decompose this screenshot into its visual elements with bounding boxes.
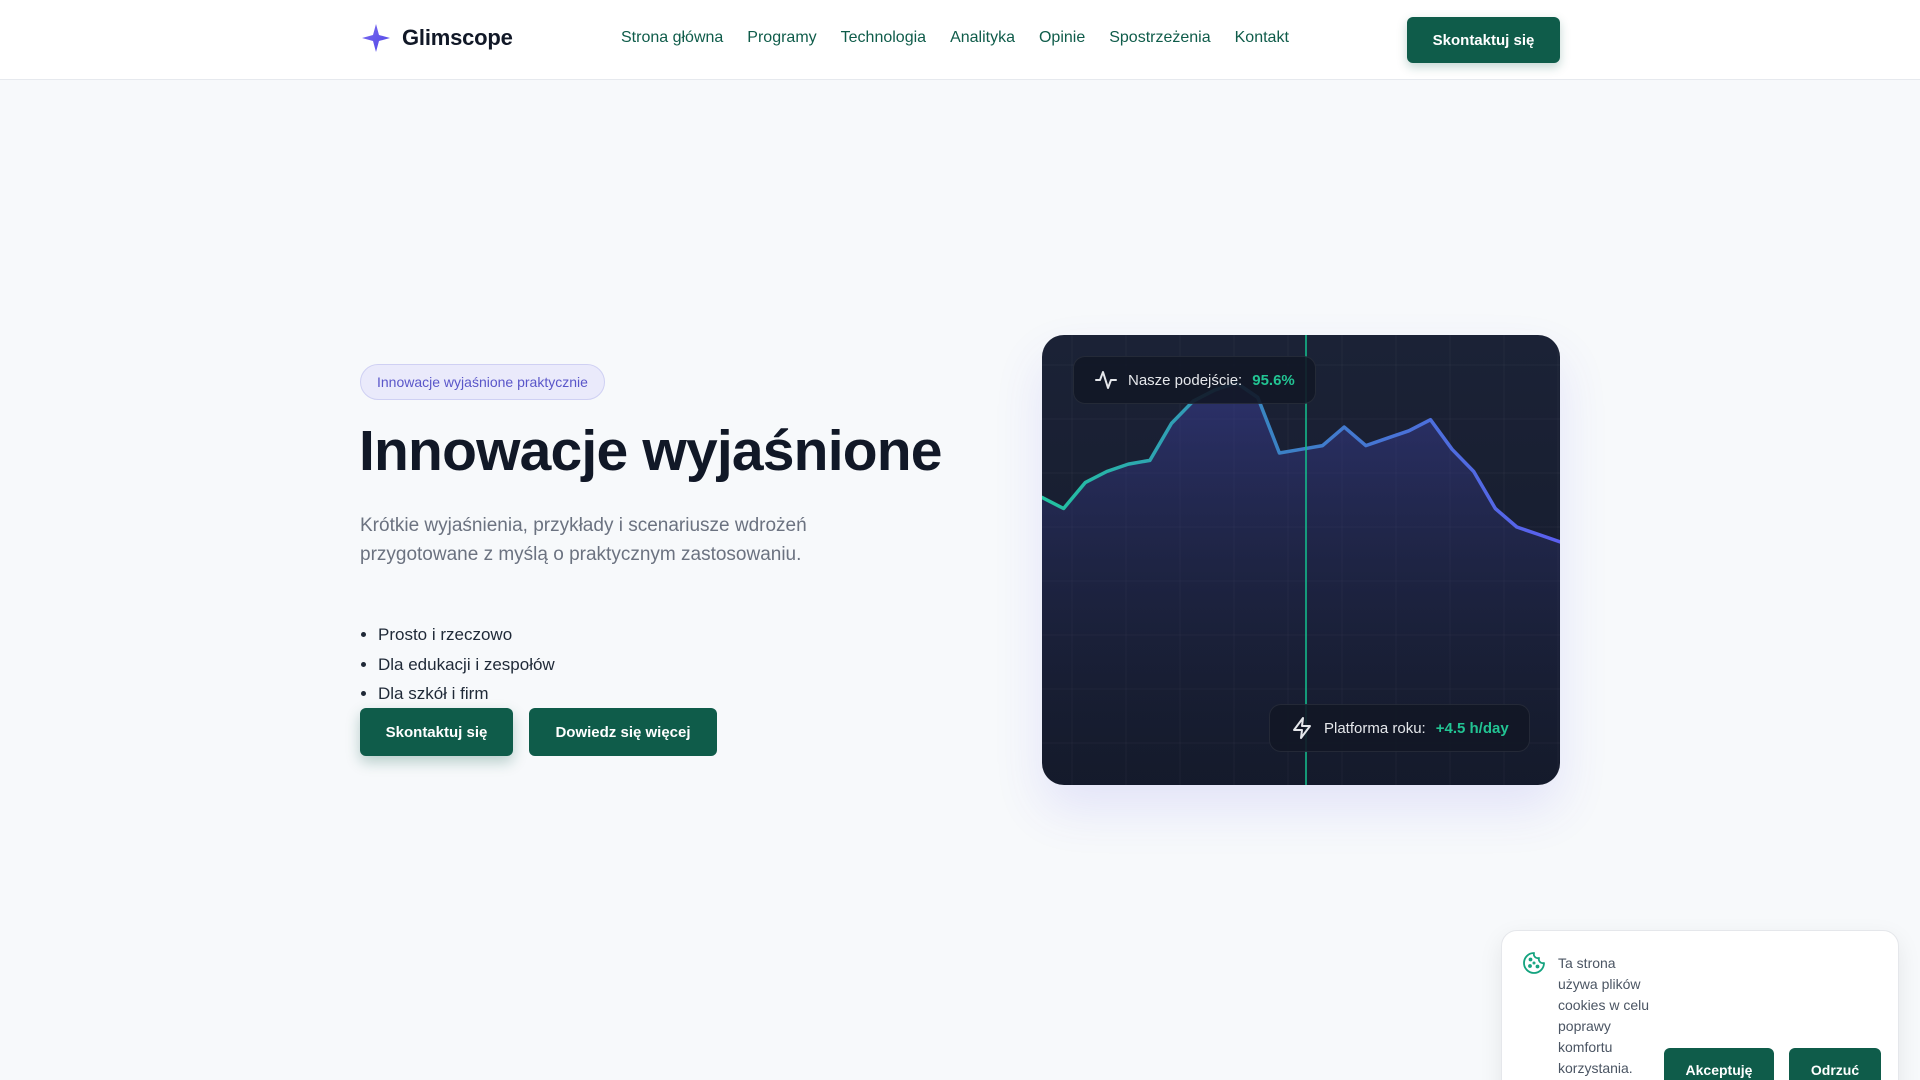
- bullet-item: Dla szkół i firm: [378, 679, 555, 709]
- hero-bullet-list: Prosto i rzeczowo Dla edukacji i zespołó…: [378, 620, 555, 709]
- approach-value: 95.6%: [1252, 371, 1295, 389]
- main-nav: Strona główna Programy Technologia Anali…: [621, 29, 1289, 47]
- bullet-item: Dla edukacji i zespołów: [378, 650, 555, 680]
- sparkle-icon: [362, 24, 390, 52]
- platform-stat-pill: Platforma roku: +4.5 h/day: [1269, 704, 1530, 752]
- nav-item-home[interactable]: Strona główna: [621, 29, 723, 47]
- brand-logo[interactable]: Glimscope: [360, 22, 513, 54]
- cookie-message: Ta strona używa plików cookies w celu po…: [1558, 955, 1650, 1076]
- header-contact-button[interactable]: Skontaktuj się: [1407, 17, 1560, 63]
- site-header: Glimscope Strona główna Programy Technol…: [0, 0, 1920, 80]
- bullet-item: Prosto i rzeczowo: [378, 620, 555, 650]
- chart-card: Nasze podejście: 95.6% Platforma roku: +…: [1042, 335, 1560, 785]
- hero-buttons: Skontaktuj się Dowiedz się więcej: [360, 708, 717, 756]
- nav-item-reviews[interactable]: Opinie: [1039, 29, 1085, 47]
- nav-item-contact[interactable]: Kontakt: [1235, 29, 1289, 47]
- nav-item-programs[interactable]: Programy: [747, 29, 816, 47]
- nav-item-insights[interactable]: Spostrzeżenia: [1109, 29, 1210, 47]
- cookie-accept-button[interactable]: Akceptuję: [1664, 1048, 1774, 1080]
- lightning-icon: [1293, 717, 1311, 739]
- hero-title: Innowacje wyjaśnione: [359, 419, 942, 483]
- brand-name: Glimscope: [402, 25, 513, 50]
- hero-contact-button[interactable]: Skontaktuj się: [360, 708, 513, 756]
- pulse-icon: [1095, 371, 1117, 389]
- cookie-reject-button[interactable]: Odrzuć: [1789, 1048, 1881, 1080]
- cookie-icon: [1523, 952, 1545, 974]
- hero-subtitle: Krótkie wyjaśnienia, przykłady i scenari…: [360, 515, 807, 565]
- learn-more-button[interactable]: Dowiedz się więcej: [529, 708, 717, 756]
- hero-badge: Innowacje wyjaśnione praktycznie: [360, 364, 605, 400]
- cookie-banner: Ta strona używa plików cookies w celu po…: [1501, 930, 1899, 1080]
- nav-item-technology[interactable]: Technologia: [841, 29, 926, 47]
- approach-label: Nasze podejście:: [1128, 371, 1243, 389]
- platform-label: Platforma roku:: [1324, 719, 1426, 737]
- platform-value: +4.5 h/day: [1435, 719, 1509, 737]
- nav-item-analytics[interactable]: Analityka: [950, 29, 1015, 47]
- approach-stat-pill: Nasze podejście: 95.6%: [1073, 356, 1316, 404]
